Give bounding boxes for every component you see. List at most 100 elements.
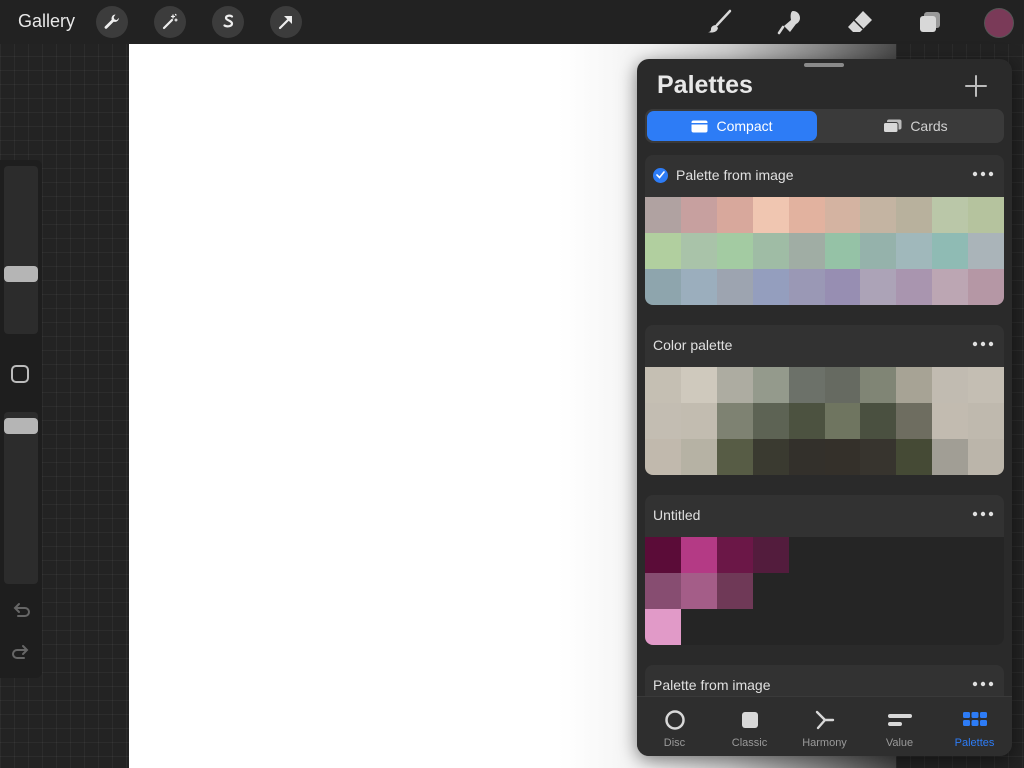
color-swatch[interactable] [680, 573, 717, 609]
color-swatch[interactable] [788, 367, 825, 403]
empty-swatch-slot[interactable] [860, 573, 896, 609]
tab-palettes[interactable]: Palettes [937, 697, 1012, 756]
empty-swatch-slot[interactable] [896, 537, 932, 573]
empty-swatch-slot[interactable] [968, 573, 1004, 609]
palette-name[interactable]: Color palette [653, 337, 732, 353]
color-swatch[interactable] [968, 233, 1004, 269]
color-swatch[interactable] [860, 439, 897, 475]
color-swatch[interactable] [645, 403, 681, 439]
opacity-slider[interactable] [4, 412, 38, 584]
color-swatch[interactable] [860, 233, 897, 269]
empty-swatch-slot[interactable] [932, 537, 968, 573]
color-swatch[interactable] [680, 269, 717, 305]
color-swatch[interactable] [645, 367, 681, 403]
selection-icon[interactable] [212, 6, 244, 38]
color-swatch[interactable] [968, 197, 1004, 233]
magic-wand-icon[interactable] [154, 6, 186, 38]
undo-icon[interactable] [10, 600, 32, 622]
color-swatch[interactable] [680, 367, 717, 403]
empty-swatch-slot[interactable] [860, 537, 896, 573]
current-color-swatch[interactable] [985, 9, 1013, 37]
color-swatch[interactable] [680, 439, 717, 475]
color-swatch[interactable] [896, 403, 933, 439]
palette-card[interactable]: Color palette [645, 325, 1004, 475]
color-swatch[interactable] [752, 233, 789, 269]
color-swatch[interactable] [860, 269, 897, 305]
empty-swatch-slot[interactable] [717, 609, 753, 645]
color-swatch[interactable] [680, 233, 717, 269]
color-swatch[interactable] [968, 403, 1004, 439]
empty-swatch-slot[interactable] [789, 573, 825, 609]
color-swatch[interactable] [896, 233, 933, 269]
color-swatch[interactable] [932, 197, 969, 233]
color-swatch[interactable] [716, 439, 753, 475]
color-swatch[interactable] [968, 269, 1004, 305]
add-palette-icon[interactable] [963, 73, 989, 99]
color-swatch[interactable] [824, 197, 861, 233]
empty-swatch-slot[interactable] [968, 537, 1004, 573]
empty-swatch-slot[interactable] [789, 537, 825, 573]
tab-value[interactable]: Value [862, 697, 937, 756]
opacity-thumb[interactable] [4, 418, 38, 434]
color-swatch[interactable] [716, 367, 753, 403]
color-swatch[interactable] [680, 403, 717, 439]
color-swatch[interactable] [788, 233, 825, 269]
layers-icon[interactable] [912, 4, 948, 40]
tab-disc[interactable]: Disc [637, 697, 712, 756]
color-swatch[interactable] [716, 537, 753, 573]
color-swatch[interactable] [645, 197, 681, 233]
color-swatch[interactable] [645, 573, 681, 609]
more-options-icon[interactable] [972, 678, 994, 690]
color-swatch[interactable] [932, 367, 969, 403]
color-swatch[interactable] [932, 269, 969, 305]
color-swatch[interactable] [752, 269, 789, 305]
tab-classic[interactable]: Classic [712, 697, 787, 756]
gallery-button[interactable]: Gallery [18, 11, 75, 32]
arrow-icon[interactable] [270, 6, 302, 38]
palette-name[interactable]: Palette from image [676, 167, 794, 183]
compact-tab[interactable]: Compact [647, 111, 817, 141]
more-options-icon[interactable] [972, 338, 994, 350]
color-swatch[interactable] [752, 537, 789, 573]
color-swatch[interactable] [752, 367, 789, 403]
color-swatch[interactable] [645, 233, 681, 269]
empty-swatch-slot[interactable] [932, 573, 968, 609]
empty-swatch-slot[interactable] [860, 609, 896, 645]
empty-swatch-slot[interactable] [932, 609, 968, 645]
tab-harmony[interactable]: Harmony [787, 697, 862, 756]
more-options-icon[interactable] [972, 508, 994, 520]
smudge-icon[interactable] [772, 4, 808, 40]
wrench-icon[interactable] [96, 6, 128, 38]
palette-name[interactable]: Palette from image [653, 677, 771, 693]
panel-grabber[interactable] [804, 63, 844, 67]
color-swatch[interactable] [716, 573, 753, 609]
color-swatch[interactable] [752, 439, 789, 475]
color-swatch[interactable] [645, 439, 681, 475]
color-swatch[interactable] [788, 269, 825, 305]
color-swatch[interactable] [788, 197, 825, 233]
redo-icon[interactable] [10, 642, 32, 664]
cards-tab[interactable]: Cards [829, 111, 1002, 141]
color-swatch[interactable] [860, 403, 897, 439]
empty-swatch-slot[interactable] [825, 609, 861, 645]
color-swatch[interactable] [932, 403, 969, 439]
empty-swatch-slot[interactable] [825, 573, 861, 609]
color-swatch[interactable] [896, 439, 933, 475]
color-swatch[interactable] [968, 367, 1004, 403]
color-swatch[interactable] [716, 197, 753, 233]
color-swatch[interactable] [645, 269, 681, 305]
empty-swatch-slot[interactable] [753, 609, 789, 645]
color-swatch[interactable] [824, 269, 861, 305]
brush-size-slider[interactable] [4, 166, 38, 334]
color-swatch[interactable] [968, 439, 1004, 475]
more-options-icon[interactable] [972, 168, 994, 180]
color-swatch[interactable] [752, 403, 789, 439]
empty-swatch-slot[interactable] [896, 609, 932, 645]
color-swatch[interactable] [824, 403, 861, 439]
empty-swatch-slot[interactable] [968, 609, 1004, 645]
color-swatch[interactable] [788, 439, 825, 475]
palette-card[interactable]: Untitled [645, 495, 1004, 645]
empty-swatch-slot[interactable] [753, 573, 789, 609]
color-swatch[interactable] [860, 197, 897, 233]
color-swatch[interactable] [860, 367, 897, 403]
